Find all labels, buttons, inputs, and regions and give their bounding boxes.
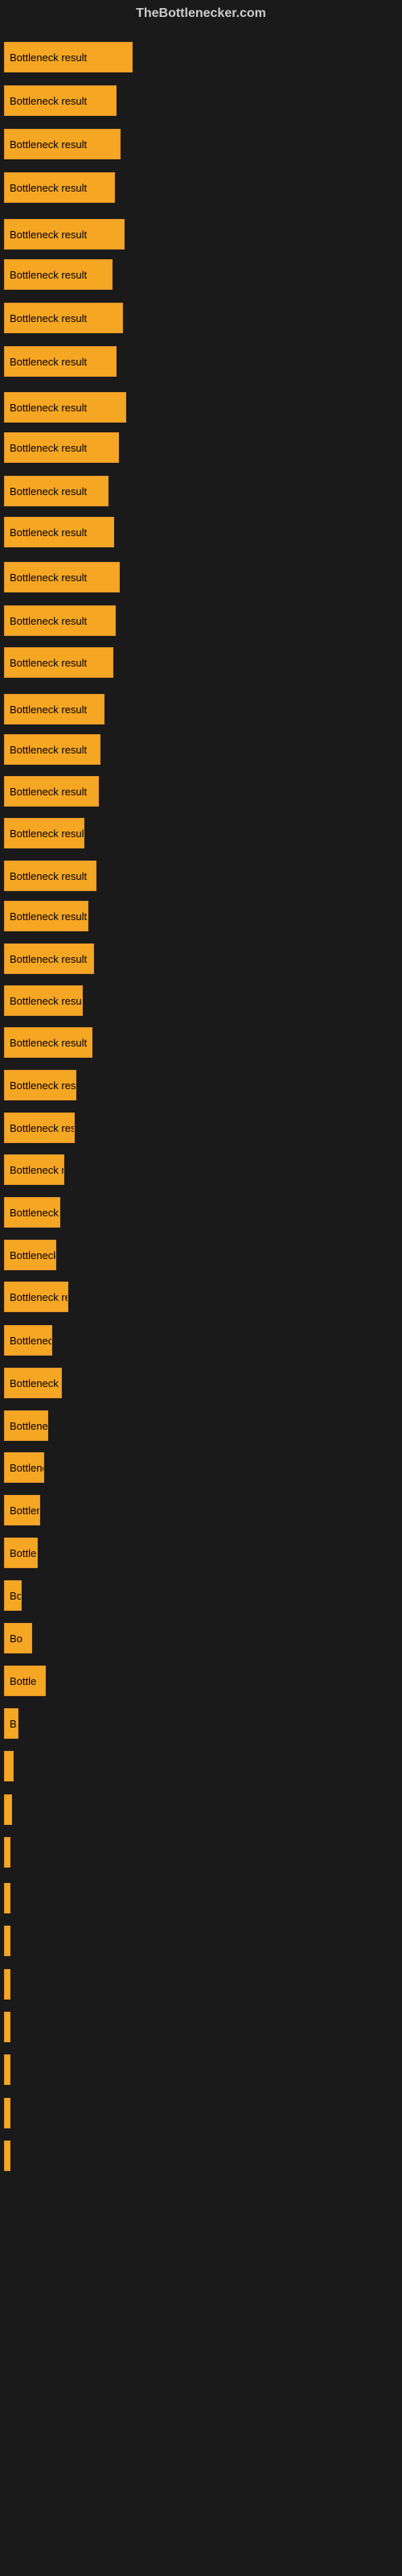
bar-item[interactable]: Bottleneck result [4,259,113,290]
bar-item[interactable]: Bottleneck result [4,1113,75,1143]
bar-item[interactable] [4,1926,10,1956]
bar-item[interactable] [4,2012,10,2042]
bar-label: Bottleneck result [10,1505,40,1517]
bar-item[interactable]: Bo [4,1623,32,1653]
bar-label: Bottleneck result [10,312,87,324]
bar-label: Bottleneck result [10,995,83,1007]
bar-item[interactable]: Bottleneck result [4,1495,40,1525]
bar-label: Bottleneck result [10,1249,56,1261]
site-title: TheBottlenecker.com [136,6,266,20]
bar-label: Bottleneck result [10,615,87,627]
bar-label: Bottleneck result [10,1291,68,1303]
bar-label: Bottleneck result [10,229,87,241]
bar-label: Bottleneck result [10,526,87,539]
bar-label: B [10,1718,17,1730]
bar-item[interactable] [4,2054,10,2085]
bar-label: Bottleneck result [10,1420,48,1432]
bar-item[interactable]: Bottleneck result [4,818,84,848]
bar-item[interactable]: Bottleneck result [4,517,114,547]
bar-label: Bottleneck result [10,1547,38,1559]
bar-item[interactable]: Bottleneck result [4,1154,64,1185]
bar-item[interactable] [4,1794,12,1825]
chart-area: Bottleneck result Bottleneck result Bottle… [0,27,402,2523]
bar-item[interactable]: Bottleneck result [4,861,96,891]
bar-item[interactable]: Bottleneck result [4,901,88,931]
bar-item[interactable] [4,1969,10,2000]
bar-item[interactable]: Bottleneck result [4,1538,38,1568]
bar-item[interactable] [4,1837,10,1868]
bar-item[interactable] [4,1883,10,1913]
bar-item[interactable]: Bottleneck result [4,562,120,592]
bar-item[interactable]: Bottle [4,1666,46,1696]
bar-label: Bottleneck result [10,744,87,756]
bar-item[interactable]: Bottleneck result [4,605,116,636]
bar-item[interactable] [4,2140,10,2171]
bar-label: Bottleneck result [10,657,87,669]
bar-item[interactable] [4,1751,14,1781]
bar-item[interactable]: Bottleneck result [4,776,99,807]
bar-label: Bottleneck result [10,1377,62,1389]
header: TheBottlenecker.com [0,0,402,27]
bar-label: Bottleneck result [10,572,87,584]
bar-label: Bottleneck result [10,1037,87,1049]
bar-label: Bottleneck result [10,704,87,716]
bar-item[interactable]: Bottleneck result [4,1325,52,1356]
bar-label: Bottleneck result [10,1590,22,1602]
bar-label: Bottleneck result [10,1207,60,1219]
bar-label: Bottleneck result [10,485,87,497]
bar-label: Bottleneck result [10,442,87,454]
bar-item[interactable]: Bottleneck result [4,346,117,377]
bar-item[interactable]: Bottleneck result [4,1070,76,1100]
bar-item[interactable]: Bottleneck result [4,392,126,423]
bar-item[interactable]: Bottleneck result [4,734,100,765]
bar-item[interactable]: B [4,1708,18,1739]
bar-label: Bottleneck result [10,1122,75,1134]
bar-label: Bottleneck result [10,910,87,923]
bar-item[interactable]: Bottleneck result [4,172,115,203]
bar-item[interactable]: Bottleneck result [4,303,123,333]
bar-item[interactable]: Bottleneck result [4,1452,44,1483]
bar-item[interactable]: Bottleneck result [4,1368,62,1398]
bar-label: Bo [10,1633,23,1645]
bar-item[interactable]: Bottleneck result [4,1410,48,1441]
bar-item[interactable]: Bottleneck result [4,1580,22,1611]
bar-item[interactable]: Bottleneck result [4,647,113,678]
bar-label: Bottleneck result [10,52,87,64]
bar-item[interactable]: Bottleneck result [4,42,133,72]
bar-label: Bottleneck result [10,269,87,281]
bar-label: Bottle [10,1675,36,1687]
bar-label: Bottleneck result [10,828,84,840]
bar-item[interactable]: Bottleneck result [4,432,119,463]
bar-label: Bottleneck result [10,182,87,194]
bar-label: Bottleneck result [10,953,87,965]
bar-item[interactable] [4,2098,10,2128]
bar-item[interactable]: Bottleneck result [4,1197,60,1228]
bar-item[interactable]: Bottleneck result [4,1282,68,1312]
bar-label: Bottleneck result [10,1462,44,1474]
bar-label: Bottleneck result [10,1080,76,1092]
bar-item[interactable]: Bottleneck result [4,1027,92,1058]
bar-label: Bottleneck result [10,1335,52,1347]
bar-item[interactable]: Bottleneck result [4,943,94,974]
bar-item[interactable]: Bottleneck result [4,985,83,1016]
bar-label: Bottleneck result [10,356,87,368]
bar-item[interactable]: Bottleneck result [4,85,117,116]
bar-item[interactable]: Bottleneck result [4,694,105,724]
bar-label: Bottleneck result [10,95,87,107]
bar-label: Bottleneck result [10,786,87,798]
bar-label: Bottleneck result [10,402,87,414]
bar-label: Bottleneck result [10,138,87,151]
bar-item[interactable]: Bottleneck result [4,129,121,159]
bar-item[interactable]: Bottleneck result [4,1240,56,1270]
bar-label: Bottleneck result [10,1164,64,1176]
bar-label: Bottleneck result [10,870,87,882]
bar-item[interactable]: Bottleneck result [4,476,109,506]
bar-item[interactable]: Bottleneck result [4,219,125,250]
